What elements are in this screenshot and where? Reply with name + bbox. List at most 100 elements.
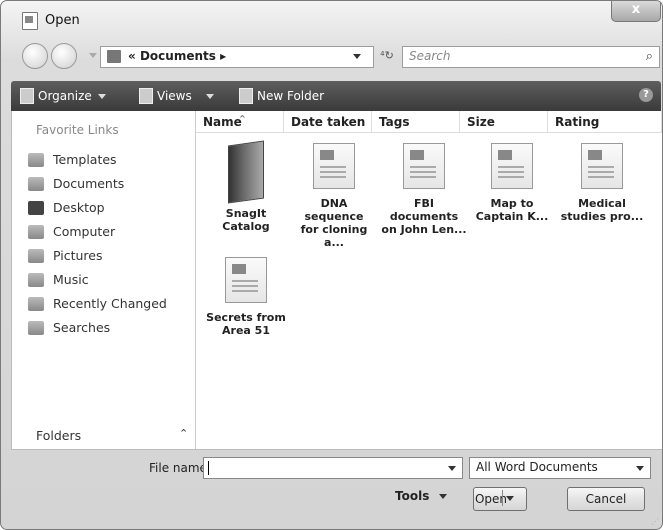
file-item[interactable]: FBI documents on John Len...	[380, 143, 468, 236]
column-header-size[interactable]: Size	[460, 111, 548, 133]
breadcrumb-overflow[interactable]: «	[128, 49, 136, 63]
documents-icon	[28, 176, 44, 191]
word-document-icon	[225, 257, 267, 303]
file-name-line2: for cloning a...	[300, 223, 368, 249]
title-bar: Open x	[1, 1, 662, 39]
views-menu[interactable]: Views	[139, 88, 214, 104]
recent-pages-dropdown[interactable]	[89, 53, 97, 58]
navigation-pane: Favorite Links Templates Documents Deskt…	[12, 111, 196, 449]
sidebar-item-templates[interactable]: Templates	[28, 152, 117, 167]
word-document-icon	[491, 143, 533, 189]
file-name-line2: studies pro...	[560, 210, 644, 223]
magnifier-icon[interactable]: ⌕	[646, 49, 653, 64]
back-button[interactable]	[22, 43, 48, 69]
recently-changed-icon	[28, 296, 44, 311]
refresh-icon[interactable]: ⁴↻	[376, 46, 398, 66]
new-folder-icon	[239, 88, 253, 104]
breadcrumb-documents[interactable]: Documents	[140, 49, 216, 63]
file-item[interactable]: Secrets from Area 51	[202, 257, 290, 337]
address-dropdown-icon[interactable]	[353, 54, 361, 59]
sidebar-item-music[interactable]: Music	[28, 272, 89, 287]
file-item[interactable]: Medical studies pro...	[558, 143, 646, 223]
file-name-input[interactable]	[203, 457, 463, 479]
file-name-line1: Secrets from	[206, 311, 286, 324]
chevron-down-icon	[205, 93, 214, 99]
tools-label: Tools	[395, 489, 430, 503]
tools-menu[interactable]: Tools	[395, 489, 448, 503]
views-label: Views	[157, 89, 192, 103]
file-type-value: All Word Documents	[476, 460, 598, 474]
sidebar-item-label: Pictures	[53, 248, 103, 263]
file-name-line2: Area 51	[222, 324, 270, 337]
help-icon[interactable]: ?	[639, 88, 653, 102]
sidebar-item-computer[interactable]: Computer	[28, 224, 115, 239]
word-document-icon	[403, 143, 445, 189]
sidebar-item-label: Music	[53, 272, 89, 287]
search-placeholder[interactable]: Search	[409, 49, 451, 63]
folders-toggle[interactable]: Folders	[36, 428, 81, 443]
file-name-line1: SnagIt Catalog	[222, 207, 270, 233]
file-name-line2: Captain K...	[475, 210, 549, 223]
open-button[interactable]: Open	[473, 487, 527, 511]
music-icon	[28, 272, 44, 287]
sidebar-item-pictures[interactable]: Pictures	[28, 248, 103, 263]
column-header-label: Name	[203, 115, 242, 129]
close-button[interactable]: x	[611, 1, 661, 22]
chevron-down-icon	[636, 466, 644, 471]
column-header-tags[interactable]: Tags	[372, 111, 460, 133]
column-header-name[interactable]: ^ Name	[196, 111, 284, 133]
file-name-label: File name:	[149, 461, 211, 475]
file-item[interactable]: SnagIt Catalog	[202, 140, 290, 233]
desktop-icon	[28, 200, 44, 215]
views-icon	[139, 88, 153, 104]
pictures-icon	[28, 248, 44, 263]
sort-ascending-icon: ^	[239, 114, 246, 123]
column-header-rating[interactable]: Rating	[548, 111, 662, 133]
computer-icon	[28, 224, 44, 239]
open-dropdown-icon[interactable]	[506, 496, 514, 501]
resize-grip-icon[interactable]: ⋰	[651, 517, 659, 526]
chevron-up-icon[interactable]: ⌃	[179, 427, 188, 440]
address-bar[interactable]: « Documents ▸	[100, 46, 374, 68]
snagit-catalog-folder-icon	[228, 140, 264, 204]
chevron-down-icon	[97, 93, 106, 99]
sidebar-item-label: Documents	[53, 176, 125, 191]
column-header-label: Size	[467, 115, 495, 129]
file-item[interactable]: DNA sequence for cloning a...	[290, 143, 378, 249]
column-header-label: Rating	[555, 115, 600, 129]
sidebar-item-label: Computer	[53, 224, 116, 239]
word-document-icon	[22, 12, 38, 30]
search-box[interactable]: Search ⌕	[402, 46, 660, 68]
sidebar-item-searches[interactable]: Searches	[28, 320, 110, 335]
column-header-label: Date taken	[291, 115, 366, 129]
window-title: Open	[45, 13, 80, 28]
sidebar-item-label: Recently Changed	[53, 296, 167, 311]
file-item[interactable]: Map to Captain K...	[468, 143, 556, 223]
new-folder-label: New Folder	[257, 89, 325, 103]
open-split-divider	[502, 490, 503, 506]
text-cursor	[208, 461, 209, 475]
column-header-date-taken[interactable]: Date taken	[284, 111, 372, 133]
searches-icon	[28, 320, 44, 335]
file-name-line1: FBI documents	[389, 197, 459, 223]
organize-menu[interactable]: Organize	[20, 88, 106, 104]
breadcrumb-separator[interactable]: ▸	[220, 49, 226, 63]
file-name-line1: Map to	[490, 197, 534, 210]
chevron-down-icon	[439, 493, 448, 499]
organize-icon	[20, 88, 34, 104]
new-folder-button[interactable]: New Folder	[239, 88, 324, 104]
organize-label: Organize	[38, 89, 92, 103]
file-type-select[interactable]: All Word Documents	[469, 457, 651, 479]
forward-button[interactable]	[51, 43, 77, 69]
cancel-button[interactable]: Cancel	[567, 487, 645, 511]
command-toolbar: Organize Views New Folder ?	[11, 81, 661, 111]
file-name-line1: DNA sequence	[304, 197, 364, 223]
sidebar-item-documents[interactable]: Documents	[28, 176, 124, 191]
address-path[interactable]: « Documents ▸	[128, 49, 226, 63]
word-document-icon	[313, 143, 355, 189]
chevron-down-icon[interactable]	[448, 466, 456, 471]
word-document-icon	[581, 143, 623, 189]
sidebar-item-desktop[interactable]: Desktop	[28, 200, 105, 215]
column-header-label: Tags	[379, 115, 410, 129]
sidebar-item-recently-changed[interactable]: Recently Changed	[28, 296, 167, 311]
